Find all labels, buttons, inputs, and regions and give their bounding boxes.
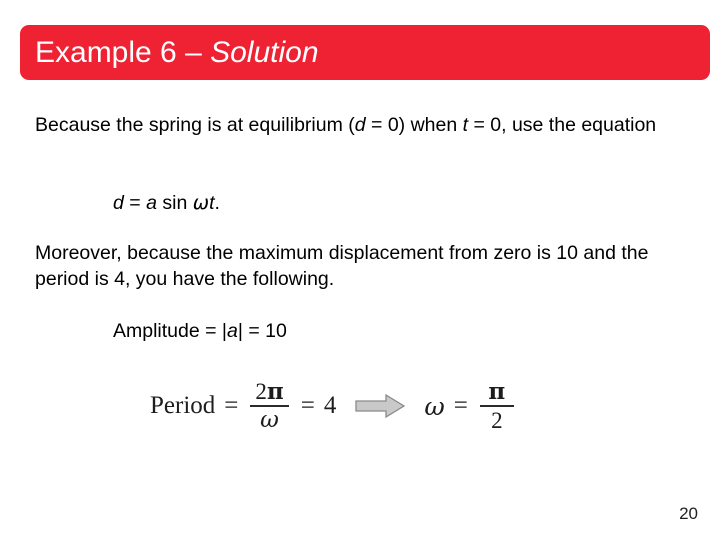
paragraph-equilibrium: Because the spring is at equilibrium (d … [35, 112, 685, 138]
omega-equals-sign: = [453, 392, 468, 419]
period-equals-sign-2: = [300, 392, 315, 419]
amplitude-value: | = 10 [237, 320, 287, 342]
paragraph-moreover: Moreover, because the maximum displaceme… [35, 242, 649, 290]
equation-omega-symbol: ω [192, 191, 210, 214]
fraction-numerator: 2π [250, 380, 288, 405]
period-formula-block: Period = 2π ω = 4 ω = π 2 [150, 370, 514, 442]
period-value: 4 [323, 392, 337, 419]
title-main-text: Example 6 – [35, 35, 211, 69]
amplitude-statement: Amplitude = |a| = 10 [113, 318, 287, 344]
amplitude-variable-a: a [227, 320, 238, 342]
numerator-coefficient: 2 [255, 379, 267, 404]
fraction2-numerator-pi: π [488, 378, 506, 405]
paragraph-equilibrium-part1: Because the spring is at equilibrium ( [35, 114, 355, 136]
equation-equals: = [123, 192, 147, 214]
period-equals-sign: = [224, 392, 239, 419]
fraction-pi-over-two: π 2 [479, 378, 514, 433]
period-equation: Period = 2π ω = 4 [150, 380, 336, 432]
equation-sin-operator: sin [156, 192, 193, 214]
amplitude-label: Amplitude = | [113, 320, 228, 342]
fraction-denominator-omega: ω [260, 407, 279, 433]
equation-period-mark: . [214, 192, 220, 214]
page-title: Example 6 – Solution [35, 36, 319, 70]
fraction-two-pi-over-omega: 2π ω [250, 380, 289, 433]
omega-result-equation: ω = π 2 [424, 380, 517, 432]
paragraph-equilibrium-part3: = 0, use the equation [468, 114, 657, 136]
page-number: 20 [679, 504, 698, 523]
equation-displacement: d = a sin ωt. [113, 190, 220, 216]
variable-d: d [354, 114, 366, 136]
equation-variable-a: a [146, 192, 157, 214]
fraction2-denominator: 2 [491, 408, 503, 433]
right-block-arrow-icon [354, 393, 406, 419]
period-label: Period [150, 392, 216, 419]
numerator-pi-symbol: π [266, 378, 284, 405]
title-emphasis-text: Solution [210, 35, 319, 69]
paragraph-equilibrium-part2: = 0) when [365, 114, 463, 136]
equation-variable-d: d [113, 192, 124, 214]
omega-label: ω [424, 391, 445, 421]
slide-title-banner: Example 6 – Solution [20, 25, 710, 80]
